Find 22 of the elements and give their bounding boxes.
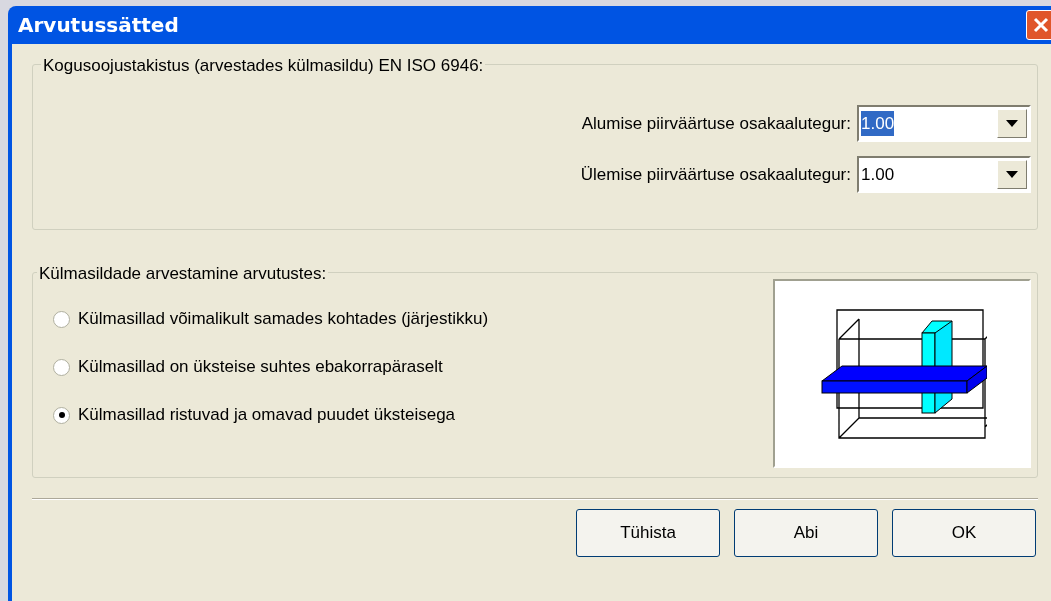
radio-option[interactable]: Külmasillad ristuvad ja omavad puudet üksteisega <box>53 401 489 429</box>
close-icon <box>1032 16 1050 34</box>
dropdown-value: 1.00 <box>861 110 895 137</box>
dropdown-field[interactable]: 1.00 <box>857 105 1031 142</box>
dropdown-arrow-button[interactable] <box>997 160 1027 189</box>
radio-option[interactable]: Külmasillad võimalikult samades kohtades (järjestikku) <box>53 305 489 333</box>
window-title: Arvutussätted <box>18 12 179 39</box>
radio-button[interactable] <box>53 406 70 424</box>
radio-button[interactable] <box>53 310 70 328</box>
dropdown-arrow-button[interactable] <box>997 109 1027 138</box>
dialog-button[interactable]: Abi <box>734 509 878 557</box>
dialog-button[interactable]: Tühista <box>576 509 720 557</box>
radio-button[interactable] <box>53 358 70 376</box>
field-label: Ülemise piirväärtuse osakaalutegur: <box>580 163 851 186</box>
close-button[interactable] <box>1026 10 1051 40</box>
field-label: Alumise piirväärtuse osakaalutegur: <box>581 112 851 135</box>
radio-option[interactable]: Külmasillad on üksteise suhtes ebakorrapäraselt <box>53 353 489 381</box>
dialog-button[interactable]: OK <box>892 509 1036 557</box>
dropdown-field[interactable]: 1.00 <box>857 156 1031 193</box>
caret-icon <box>1006 120 1018 127</box>
caret-icon <box>1006 171 1018 178</box>
dropdown-value: 1.00 <box>861 163 895 186</box>
